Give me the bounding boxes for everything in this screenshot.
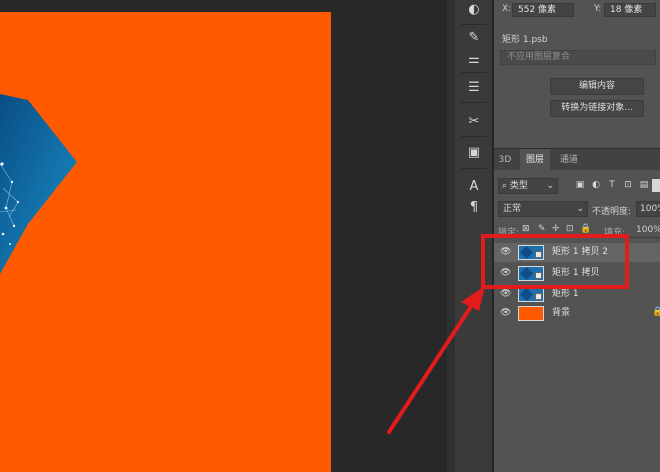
smart-object-name: 矩形 1.psb: [502, 35, 548, 45]
eye-icon[interactable]: 👁: [500, 289, 511, 300]
tool-divider: [461, 102, 487, 103]
properties-panel-icon[interactable]: ▣: [463, 141, 485, 163]
tab-layers[interactable]: 图层: [520, 149, 550, 171]
tool-divider: [461, 168, 487, 169]
tools-icon[interactable]: ✂: [463, 110, 485, 132]
blend-mode-value: 正常: [503, 204, 522, 214]
layer-thumbnail: [518, 287, 544, 302]
lock-artboard-icon[interactable]: ⊡: [566, 224, 574, 234]
tool-divider: [461, 24, 487, 25]
y-coordinate-field[interactable]: 18 像素: [604, 3, 656, 17]
chevron-down-icon: ⌄: [576, 204, 584, 214]
chevron-down-icon: ⌄: [546, 181, 554, 191]
lock-all-icon[interactable]: 🔒: [580, 224, 591, 234]
brush-icon[interactable]: ✎: [463, 26, 485, 48]
fill-value[interactable]: 100%: [636, 225, 660, 235]
tab-3d[interactable]: 3D: [494, 149, 516, 171]
shape-filter-icon[interactable]: ⊡: [622, 179, 634, 192]
x-coordinate-field[interactable]: 552 像素: [512, 3, 574, 17]
layer-row[interactable]: 👁 背景 🔒: [494, 304, 660, 323]
layer-comp-select[interactable]: 不应用图层复合: [500, 50, 656, 65]
canvas-area[interactable]: [0, 0, 455, 472]
smart-object-badge-icon: [535, 293, 542, 300]
eye-icon[interactable]: 👁: [500, 308, 511, 319]
y-coordinate-label: Y:: [594, 4, 602, 14]
annotation-highlight-box: [481, 234, 629, 289]
document-canvas[interactable]: [0, 12, 331, 472]
filter-kind-label: 类型: [509, 181, 528, 191]
tool-divider: [461, 136, 487, 137]
layer-thumbnail: [518, 306, 544, 321]
opacity-field[interactable]: 100%: [636, 201, 660, 217]
blend-row: 正常 ⌄ 不透明度: 100%: [494, 199, 660, 219]
blend-mode-select[interactable]: 正常 ⌄: [498, 201, 588, 217]
filter-toggle-icon[interactable]: [652, 179, 660, 192]
type-filter-icon[interactable]: T: [606, 179, 618, 192]
x-coordinate-label: X:: [502, 4, 512, 14]
tab-channels[interactable]: 通道: [554, 149, 584, 171]
tool-divider: [461, 72, 487, 73]
character-styles-icon[interactable]: ☰: [463, 76, 485, 98]
brush-settings-icon[interactable]: ⚌: [463, 48, 485, 70]
opacity-label: 不透明度:: [592, 207, 632, 217]
search-icon: ⌕: [502, 181, 508, 191]
character-panel-icon[interactable]: A: [463, 175, 485, 197]
canvas-scroll-divider: [445, 0, 455, 472]
smart-object-filter-icon[interactable]: ▤: [638, 179, 650, 192]
properties-panel: X: 552 像素 Y: 18 像素 矩形 1.psb 不应用图层复合 编辑内容…: [494, 0, 660, 146]
canvas-artwork: [0, 94, 77, 274]
paragraph-panel-icon[interactable]: ¶: [463, 196, 485, 218]
convert-to-linked-button[interactable]: 转换为链接对象...: [550, 100, 644, 117]
adjustment-icon[interactable]: ◐: [463, 0, 485, 20]
adjustment-filter-icon[interactable]: ◐: [590, 179, 602, 192]
lock-icon: 🔒: [652, 307, 660, 317]
lock-transparent-icon[interactable]: ⊠: [522, 224, 530, 234]
filter-kind-select[interactable]: ⌕ 类型 ⌄: [498, 178, 558, 194]
panel-tabs: 3D 图层 通道: [494, 148, 660, 171]
lock-pixels-icon[interactable]: ✎: [538, 224, 546, 234]
lock-position-icon[interactable]: ✛: [552, 224, 560, 234]
pixel-filter-icon[interactable]: ▣: [574, 179, 586, 192]
layer-filter-row: ⌕ 类型 ⌄ ▣ ◐ T ⊡ ▤: [494, 176, 660, 196]
edit-contents-button[interactable]: 编辑内容: [550, 78, 644, 95]
layer-name[interactable]: 背景: [552, 304, 570, 323]
